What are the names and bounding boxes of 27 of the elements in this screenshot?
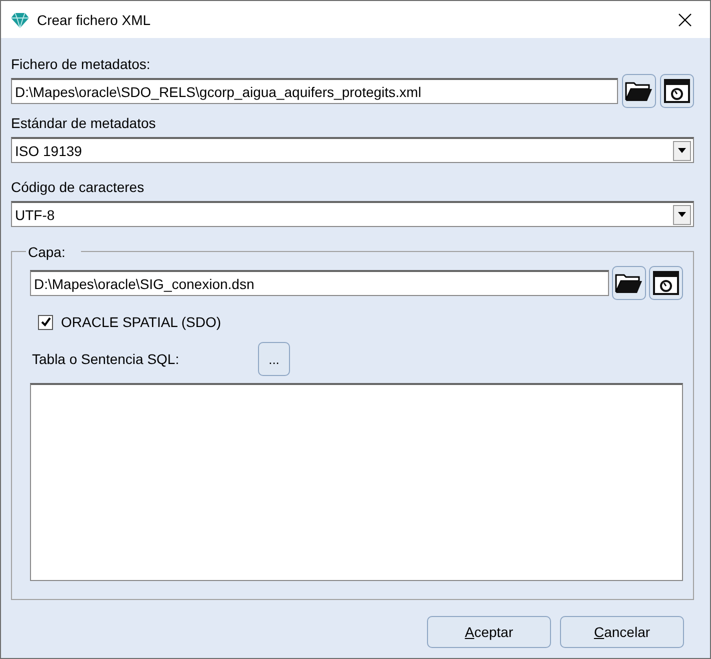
window-clock-icon [664,79,690,103]
open-window-button[interactable] [649,266,683,300]
dropdown-caret-icon [678,148,686,153]
layer-path-field[interactable]: D:\Mapes\oracle\SIG_conexion.dsn [30,270,609,296]
browse-button[interactable] [622,74,656,108]
field-label: Fichero de metadatos: [11,56,152,72]
cancel-button[interactable]: Cancelar [560,616,684,648]
window-title: Crear fichero XML [37,12,152,28]
field-label: Código de caracteres [11,179,146,195]
group-legend: Capa: [26,244,82,260]
browse-button[interactable] [612,266,646,300]
folder-icon [625,80,653,102]
window-clock-icon [653,271,679,295]
sql-label: Tabla o Sentencia SQL: [31,351,180,367]
open-window-button[interactable] [660,74,694,108]
folder-icon [615,272,643,294]
field-label: Estándar de metadatos [11,115,157,131]
encoding-dropdown[interactable]: UTF-8 [11,201,694,227]
file-path-field[interactable]: D:\Mapes\oracle\SDO_RELS\gcorp_aigua_aquifers_protegits.xml [11,78,618,104]
checkbox[interactable] [38,314,53,330]
checkbox-label: ORACLE SPATIAL (SDO) [61,314,221,330]
dropdown-caret-icon [678,212,686,217]
close-icon [678,12,692,26]
standard-dropdown[interactable]: ISO 19139 [11,137,694,163]
accept-button[interactable]: Aceptar [427,616,551,648]
sql-editor-button[interactable]: ... [258,342,290,376]
gem-icon [11,12,29,28]
